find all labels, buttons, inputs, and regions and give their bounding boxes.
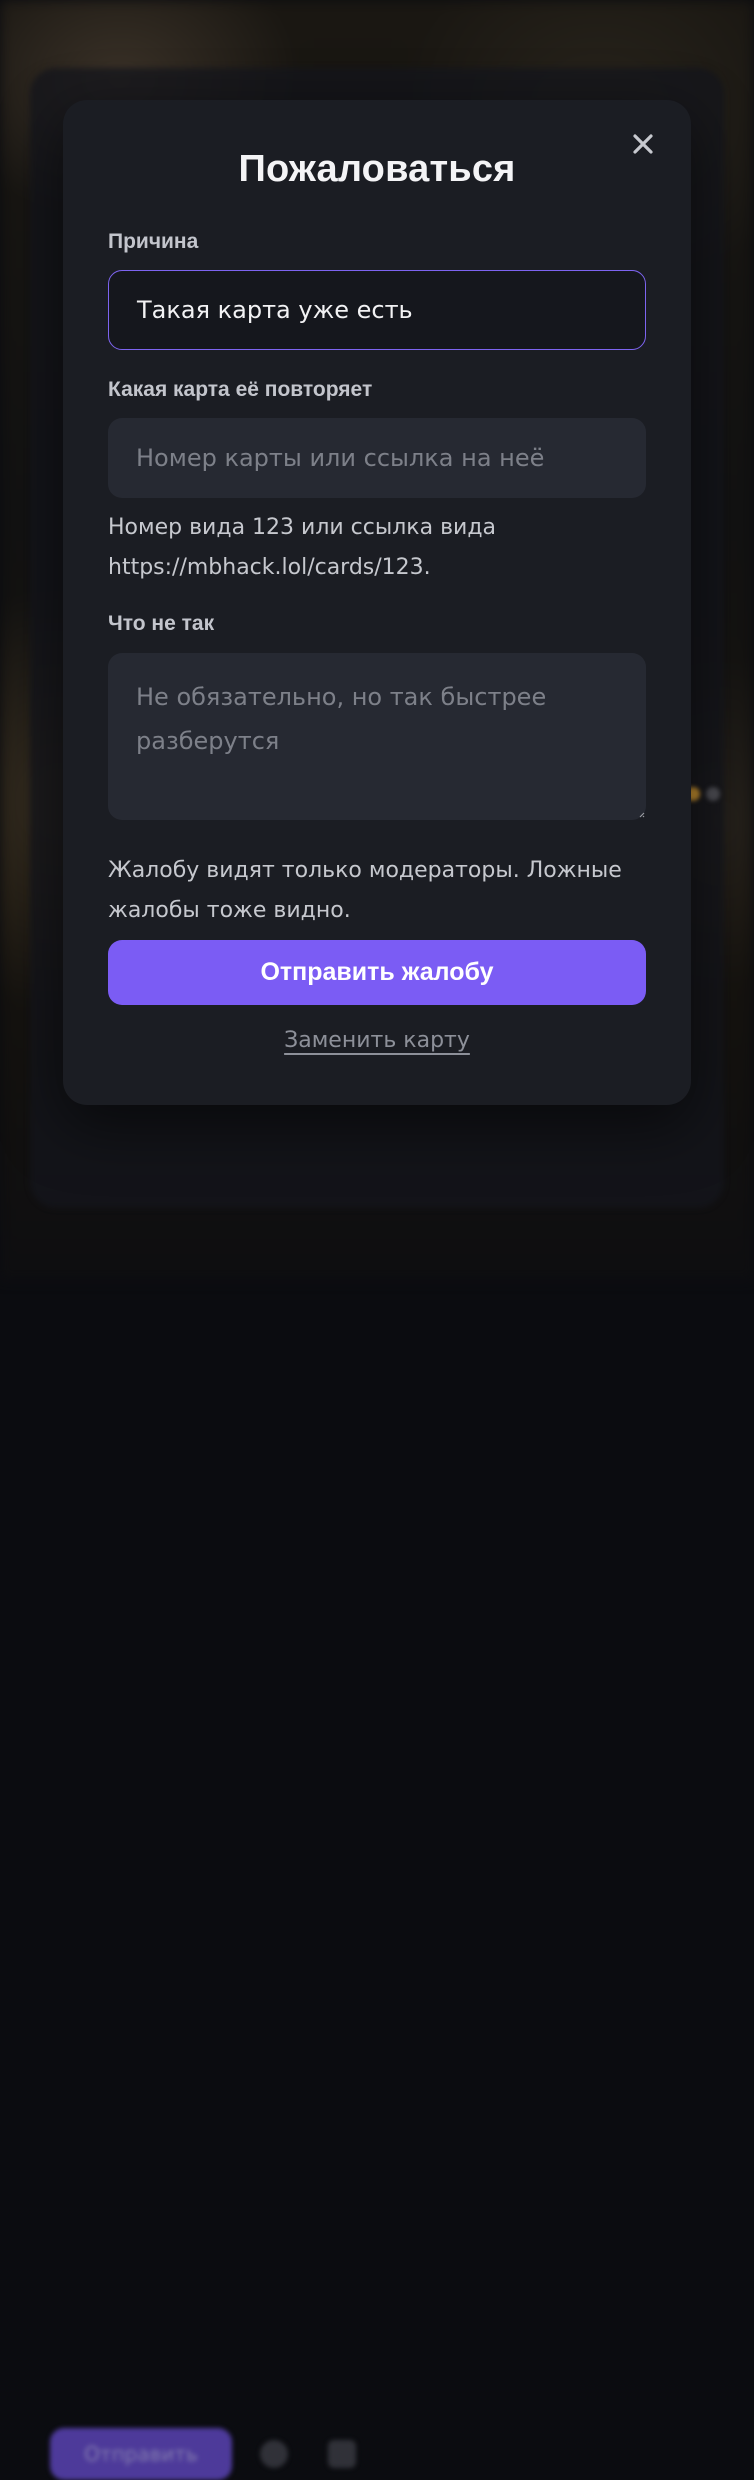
duplicate-card-hint-line-2: https://mbhack.lol/cards/123.: [108, 555, 431, 580]
replace-card-link[interactable]: Заменить карту: [284, 1028, 470, 1053]
details-label: Что не так: [108, 612, 215, 635]
details-placeholder-line-2: разберутся: [136, 727, 280, 755]
resize-handle-icon[interactable]: [639, 812, 645, 818]
background-rating-dots: [686, 786, 732, 804]
reason-value: Такая карта уже есть: [137, 296, 413, 324]
moderation-notice-line-1: Жалобу видят только модераторы. Ложные: [108, 858, 622, 883]
moderation-notice: Жалобу видят только модераторы. Ложные ж…: [108, 851, 668, 931]
background-edit-icon: [328, 2440, 356, 2468]
details-placeholder: Не обязательно, но так быстрее разберутс…: [136, 675, 546, 763]
duplicate-card-hint: Номер вида 123 или ссылка вида https://m…: [108, 508, 668, 588]
duplicate-card-label: Какая карта её повторяет: [108, 378, 373, 401]
duplicate-card-input[interactable]: Номер карты или ссылка на неё: [108, 418, 646, 498]
modal-title: Пожаловаться: [238, 148, 516, 190]
background-send-button: Отправить: [50, 2428, 232, 2480]
details-placeholder-line-1: Не обязательно, но так быстрее: [136, 683, 547, 711]
details-textarea[interactable]: Не обязательно, но так быстрее разберутс…: [108, 653, 646, 820]
duplicate-card-hint-line-1: Номер вида 123 или ссылка вида: [108, 515, 497, 540]
background-bottom-bar: Отправить: [0, 1200, 754, 2480]
reason-label: Причина: [108, 230, 199, 253]
submit-report-button[interactable]: Отправить жалобу: [108, 940, 646, 1005]
background-emoji-icon: [260, 2440, 288, 2468]
replace-card-container: Заменить карту: [63, 1028, 691, 1053]
duplicate-card-placeholder: Номер карты или ссылка на неё: [136, 444, 545, 472]
moderation-notice-line-2: жалобы тоже видно.: [108, 898, 351, 923]
report-modal: Пожаловаться Причина Такая карта уже ест…: [63, 100, 691, 1105]
reason-select[interactable]: Такая карта уже есть: [108, 270, 646, 350]
